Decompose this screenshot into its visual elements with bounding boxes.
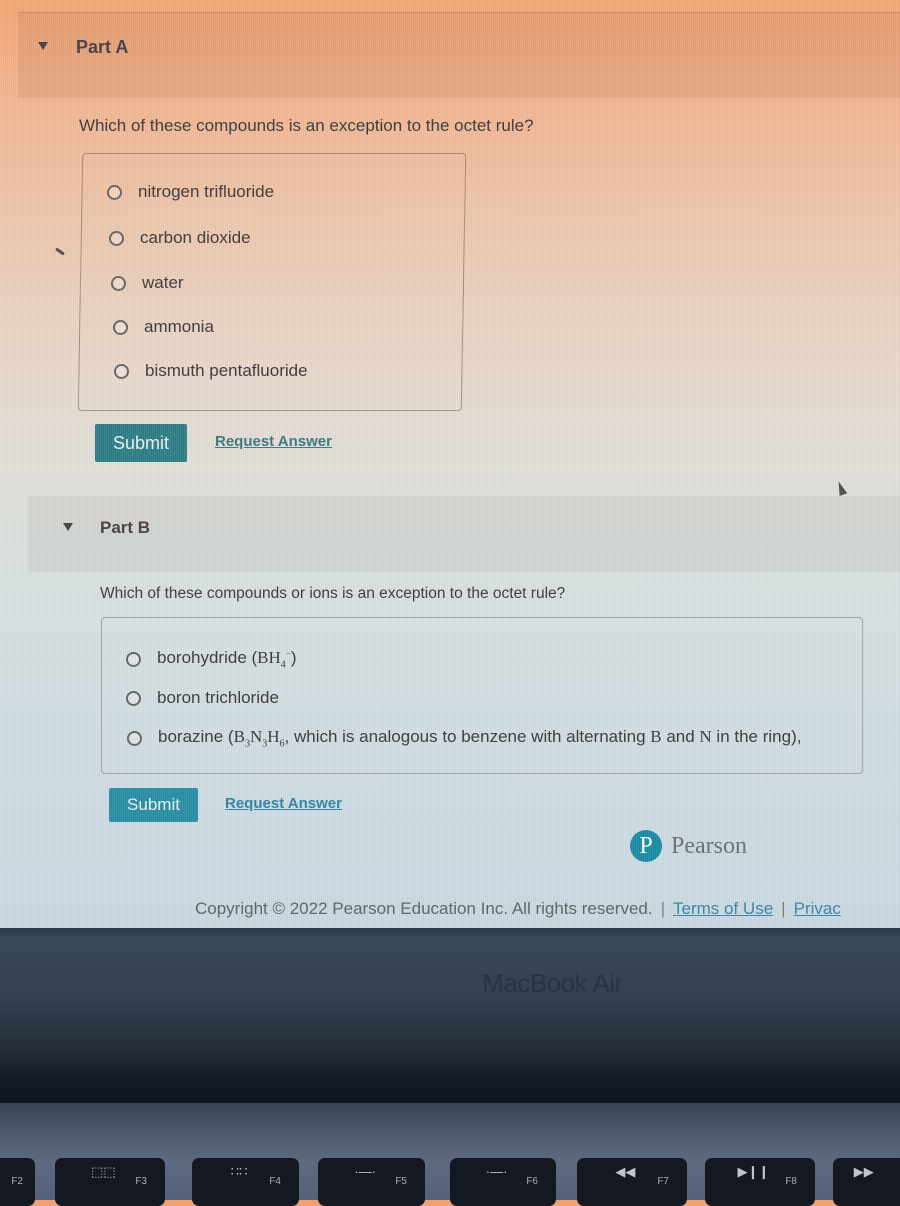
- footer: Copyright © 2022 Pearson Education Inc. …: [195, 899, 841, 919]
- radio-button[interactable]: [126, 651, 141, 667]
- footer-separator: |: [660, 899, 666, 918]
- key-f5[interactable]: ·―· F5: [318, 1158, 425, 1206]
- choice-carbon-dioxide[interactable]: carbon dioxide: [109, 228, 251, 248]
- key-f6[interactable]: ·―· F6: [450, 1158, 556, 1206]
- choice-bismuth-pentafluoride[interactable]: bismuth pentafluoride: [114, 361, 308, 381]
- radio-button[interactable]: [113, 319, 128, 335]
- radio-button[interactable]: [109, 230, 124, 246]
- launchpad-icon: ∷∷: [230, 1164, 248, 1179]
- screen-smudge: [55, 247, 65, 256]
- radio-button[interactable]: [111, 275, 126, 291]
- choice-label: ammonia: [144, 317, 214, 336]
- part-b-request-answer-link[interactable]: Request Answer: [225, 795, 342, 812]
- choice-label: water: [142, 273, 184, 292]
- choice-ammonia[interactable]: ammonia: [113, 317, 214, 337]
- part-a-header[interactable]: Part A: [18, 12, 900, 98]
- choice-label: borazine (B3N3H6, which is analogous to …: [158, 727, 802, 750]
- radio-button[interactable]: [107, 184, 122, 200]
- choice-boron-trichloride[interactable]: boron trichloride: [126, 688, 279, 708]
- copyright-text: Copyright © 2022 Pearson Education Inc. …: [195, 899, 653, 918]
- choice-label: carbon dioxide: [140, 228, 251, 247]
- part-a-title: Part A: [76, 37, 129, 57]
- part-a-question: Which of these compounds is an exception…: [79, 116, 534, 135]
- pearson-brand: P Pearson: [630, 830, 747, 862]
- pearson-logo-icon: P: [630, 830, 662, 862]
- laptop-bezel: [0, 928, 900, 1103]
- radio-button[interactable]: [126, 690, 141, 706]
- key-f9[interactable]: ▶▶: [833, 1158, 900, 1206]
- key-f8[interactable]: ▶❙❙ F8: [705, 1158, 815, 1206]
- choice-water[interactable]: water: [111, 273, 184, 293]
- keyboard-brightness-up-icon: ·―·: [485, 1164, 508, 1179]
- choice-label: boron trichloride: [157, 688, 279, 707]
- radio-button[interactable]: [114, 363, 129, 379]
- mouse-cursor-icon: [834, 480, 848, 496]
- key-f3[interactable]: ⬚⬚ F3: [55, 1158, 165, 1206]
- choice-label: nitrogen trifluoride: [138, 182, 275, 201]
- caret-down-icon[interactable]: [38, 42, 48, 50]
- part-a-submit-button[interactable]: Submit: [95, 424, 187, 462]
- caret-down-icon[interactable]: [63, 523, 73, 531]
- macbook-air-label: MacBook Air: [482, 968, 623, 998]
- part-b-title: Part B: [100, 518, 151, 537]
- privacy-link[interactable]: Privac: [794, 899, 841, 918]
- play-pause-icon: ▶❙❙: [737, 1164, 770, 1179]
- footer-separator: |: [781, 899, 786, 918]
- radio-button[interactable]: [127, 730, 142, 746]
- keyboard-brightness-down-icon: ·―·: [354, 1164, 376, 1179]
- key-f2[interactable]: F2: [0, 1158, 35, 1206]
- choice-label: bismuth pentafluoride: [145, 361, 308, 380]
- choice-borazine[interactable]: borazine (B3N3H6, which is analogous to …: [127, 727, 801, 749]
- part-a-request-answer-link[interactable]: Request Answer: [215, 433, 332, 450]
- choice-borohydride[interactable]: borohydride (BH4−): [126, 648, 297, 670]
- fast-forward-icon: ▶▶: [853, 1164, 874, 1179]
- choice-nitrogen-trifluoride[interactable]: nitrogen trifluoride: [107, 182, 274, 202]
- pearson-wordmark: Pearson: [671, 832, 747, 859]
- rewind-icon: ◀◀: [615, 1164, 636, 1179]
- browser-screen: Part A Which of these compounds is an ex…: [0, 0, 900, 930]
- mission-control-icon: ⬚⬚: [91, 1164, 116, 1179]
- part-b-question: Which of these compounds or ions is an e…: [100, 585, 566, 602]
- key-f7[interactable]: ◀◀ F7: [577, 1158, 687, 1206]
- part-b-header[interactable]: Part B: [28, 496, 900, 572]
- part-b-submit-button[interactable]: Submit: [109, 788, 198, 822]
- key-f4[interactable]: ∷∷ F4: [192, 1158, 299, 1206]
- terms-of-use-link[interactable]: Terms of Use: [673, 899, 773, 918]
- choice-label: borohydride (BH4−): [157, 648, 297, 671]
